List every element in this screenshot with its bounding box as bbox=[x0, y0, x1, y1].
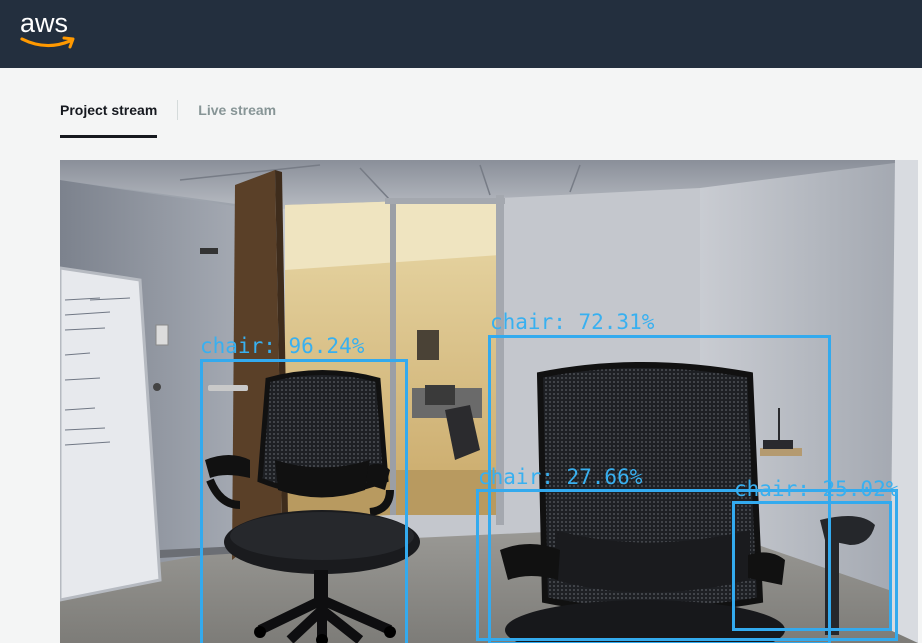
detection-label-chair-72: chair: 72.31% bbox=[490, 310, 655, 334]
video-stream-frame: chair: 96.24% chair: 72.31% chair: 27.66… bbox=[60, 160, 918, 643]
detection-label-chair-25: chair: 25.02% bbox=[734, 477, 899, 501]
tab-project-stream[interactable]: Project stream bbox=[60, 90, 158, 138]
stream-tabs: Project stream Live stream bbox=[60, 90, 276, 140]
aws-logo[interactable]: aws bbox=[20, 8, 90, 52]
detection-box-chair-25 bbox=[732, 501, 892, 631]
aws-smile-icon bbox=[20, 36, 75, 49]
tab-divider bbox=[177, 100, 179, 120]
detection-label-chair-27: chair: 27.66% bbox=[478, 465, 643, 489]
detection-label-chair-96: chair: 96.24% bbox=[200, 334, 365, 358]
top-navigation-bar: aws bbox=[0, 0, 922, 68]
tab-live-stream[interactable]: Live stream bbox=[198, 90, 276, 138]
main-content: Project stream Live stream chair: 96.24%… bbox=[0, 68, 922, 643]
detection-box-chair-96 bbox=[200, 359, 408, 643]
aws-logo-text: aws bbox=[20, 8, 69, 38]
